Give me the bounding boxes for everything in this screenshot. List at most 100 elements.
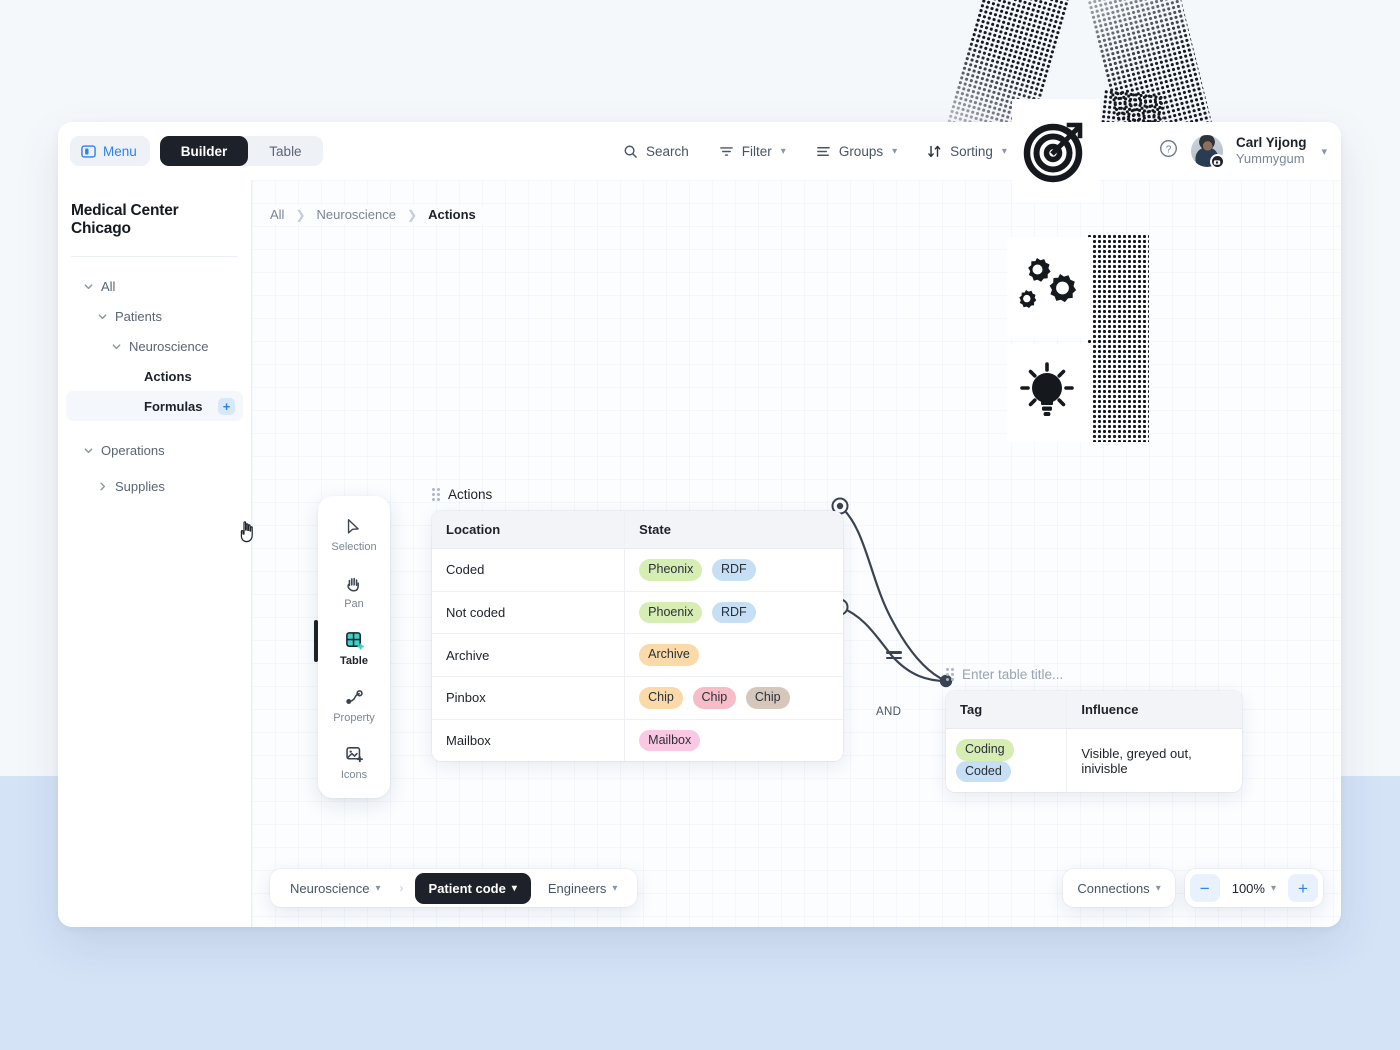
view-tab-group: Builder Table bbox=[159, 136, 323, 166]
column-header-influence[interactable]: Influence bbox=[1067, 691, 1242, 729]
sidebar-item-all[interactable]: All bbox=[66, 271, 243, 301]
tool-label: Table bbox=[340, 655, 368, 667]
top-bar: Menu Builder Table Search Filter ▾ Group… bbox=[58, 122, 1341, 180]
drag-dots-icon[interactable] bbox=[432, 487, 440, 501]
canvas[interactable]: All ❯ Neuroscience ❯ Actions AND Selecti… bbox=[252, 180, 1341, 927]
chip[interactable]: Pheonix bbox=[639, 559, 703, 581]
chevron-down-icon: ▾ bbox=[892, 145, 898, 157]
cell-location[interactable]: Archive bbox=[432, 634, 626, 677]
groups-button[interactable]: Groups ▾ bbox=[816, 144, 897, 159]
table-row[interactable]: Archive Archive bbox=[432, 634, 843, 677]
table-row[interactable]: Not coded Phoenix RDF bbox=[432, 591, 843, 635]
table-row[interactable]: Coded Pheonix RDF bbox=[432, 549, 843, 592]
table-header-row: Location State bbox=[432, 511, 843, 549]
equals-connector-badge[interactable] bbox=[886, 649, 902, 661]
influence-table: Tag Influence Coding Coded Visible, grey… bbox=[946, 691, 1242, 793]
breadcrumb-item-neuroscience[interactable]: Neuroscience bbox=[317, 207, 397, 222]
tab-builder[interactable]: Builder bbox=[159, 136, 249, 166]
sidebar-tree: All Patients Neuroscience Actions Formul… bbox=[58, 271, 251, 501]
sidebar-item-neuroscience[interactable]: Neuroscience bbox=[66, 331, 243, 361]
chip[interactable]: RDF bbox=[711, 601, 756, 624]
cell-location[interactable]: Not coded bbox=[432, 591, 626, 635]
chip[interactable]: Mailbox bbox=[639, 729, 701, 752]
tool-pan[interactable]: Pan bbox=[318, 563, 390, 620]
active-tool-indicator bbox=[314, 620, 318, 662]
zoom-level-value: 100% bbox=[1231, 880, 1265, 896]
camera-badge-icon bbox=[1209, 154, 1225, 169]
tool-property[interactable]: Property bbox=[318, 677, 390, 734]
cell-tag[interactable]: Coding Coded bbox=[946, 729, 1068, 793]
cell-location[interactable]: Mailbox bbox=[432, 719, 626, 762]
sidebar-item-patients[interactable]: Patients bbox=[66, 301, 243, 331]
cell-influence[interactable]: Visible, greyed out, inivisble bbox=[1067, 729, 1242, 792]
scope-label: Patient code bbox=[428, 880, 506, 896]
sidebar-item-label: Formulas bbox=[144, 398, 203, 414]
question-circle-icon[interactable]: ? bbox=[1159, 139, 1178, 163]
search-icon bbox=[623, 144, 638, 159]
scope-selector-engineers[interactable]: Engineers ▾ bbox=[540, 875, 626, 902]
menu-button[interactable]: Menu bbox=[70, 136, 150, 166]
sidebar-item-actions[interactable]: Actions bbox=[66, 361, 243, 391]
cell-state[interactable]: Chip Chip Chip bbox=[625, 677, 843, 720]
zoom-level-selector[interactable]: 100% ▾ bbox=[1224, 881, 1284, 896]
chip[interactable]: Chip bbox=[639, 686, 683, 709]
add-item-button[interactable]: + bbox=[218, 398, 235, 415]
sidebar-item-formulas[interactable]: Formulas + bbox=[66, 391, 243, 421]
breadcrumb-item-all[interactable]: All bbox=[270, 207, 284, 222]
chevron-down-icon: ▾ bbox=[1001, 145, 1007, 157]
sidebar-item-label: Supplies bbox=[115, 478, 165, 494]
scope-selector-neuroscience[interactable]: Neuroscience ▾ bbox=[282, 875, 389, 902]
table-card-influence[interactable]: Enter table title... Tag Influence Codin… bbox=[946, 665, 1242, 793]
chip[interactable]: Chip bbox=[745, 686, 790, 709]
drag-dots-icon[interactable] bbox=[946, 667, 954, 681]
chip[interactable]: Coded bbox=[956, 760, 1011, 783]
table-card-actions[interactable]: Actions Location State Coded Pheonix RDF bbox=[432, 485, 843, 762]
chip[interactable]: Chip bbox=[692, 686, 737, 709]
tab-table[interactable]: Table bbox=[248, 136, 322, 166]
table-row[interactable]: Mailbox Mailbox bbox=[432, 719, 843, 762]
menu-button-label: Menu bbox=[103, 143, 137, 159]
breadcrumb-item-actions[interactable]: Actions bbox=[428, 207, 476, 222]
svg-text:?: ? bbox=[1166, 144, 1172, 155]
connections-selector[interactable]: Connections ▾ bbox=[1077, 881, 1160, 896]
table-title[interactable]: Actions bbox=[448, 487, 492, 502]
connections-bar[interactable]: Connections ▾ bbox=[1063, 869, 1175, 907]
table-row[interactable]: Pinbox Chip Chip Chip bbox=[432, 676, 843, 720]
zoom-out-button[interactable]: − bbox=[1189, 874, 1220, 902]
tool-icons[interactable]: Icons bbox=[318, 734, 390, 791]
chevron-down-icon[interactable]: ▾ bbox=[1321, 145, 1327, 158]
cell-state[interactable]: Pheonix RDF bbox=[625, 549, 843, 592]
avatar[interactable] bbox=[1190, 135, 1225, 169]
cell-state[interactable]: Archive bbox=[625, 634, 843, 677]
cell-location[interactable]: Pinbox bbox=[432, 676, 626, 720]
chip[interactable]: Phoenix bbox=[639, 601, 703, 624]
zoom-in-button[interactable]: + bbox=[1288, 874, 1318, 902]
sidebar-item-label: Actions bbox=[144, 368, 192, 384]
tool-table[interactable]: Table bbox=[318, 620, 390, 677]
cell-location[interactable]: Coded bbox=[432, 549, 626, 592]
cell-state[interactable]: Phoenix RDF bbox=[625, 592, 843, 635]
scope-selector-patient-code[interactable]: Patient code ▾ bbox=[414, 872, 531, 904]
tool-selection[interactable]: Selection bbox=[318, 506, 390, 563]
search-button[interactable]: Search bbox=[623, 144, 689, 159]
sorting-button[interactable]: Sorting ▾ bbox=[927, 144, 1007, 159]
cell-state[interactable]: Mailbox bbox=[625, 720, 843, 762]
column-header-state[interactable]: State bbox=[625, 511, 843, 549]
filter-button[interactable]: Filter ▾ bbox=[719, 144, 786, 159]
tab-table-label: Table bbox=[269, 143, 302, 159]
halftone-strip-decoration bbox=[1087, 234, 1149, 442]
chip[interactable]: Archive bbox=[639, 644, 699, 666]
chip[interactable]: RDF bbox=[711, 559, 756, 581]
table-header-row: Tag Influence bbox=[946, 691, 1242, 729]
table-row[interactable]: Coding Coded Visible, greyed out, inivis… bbox=[946, 729, 1242, 793]
sidebar-item-supplies[interactable]: Supplies bbox=[66, 471, 243, 501]
chevron-down-icon bbox=[83, 445, 96, 456]
chip[interactable]: Coding bbox=[956, 739, 1014, 761]
table-title-placeholder[interactable]: Enter table title... bbox=[962, 667, 1063, 682]
sidebar-item-operations[interactable]: Operations bbox=[66, 435, 243, 465]
column-header-location[interactable]: Location bbox=[432, 511, 626, 549]
and-connector-label[interactable]: AND bbox=[876, 706, 901, 718]
actions-table: Location State Coded Pheonix RDF Not cod… bbox=[432, 511, 843, 762]
sidebar-item-label: All bbox=[101, 278, 116, 294]
column-header-tag[interactable]: Tag bbox=[946, 691, 1068, 729]
